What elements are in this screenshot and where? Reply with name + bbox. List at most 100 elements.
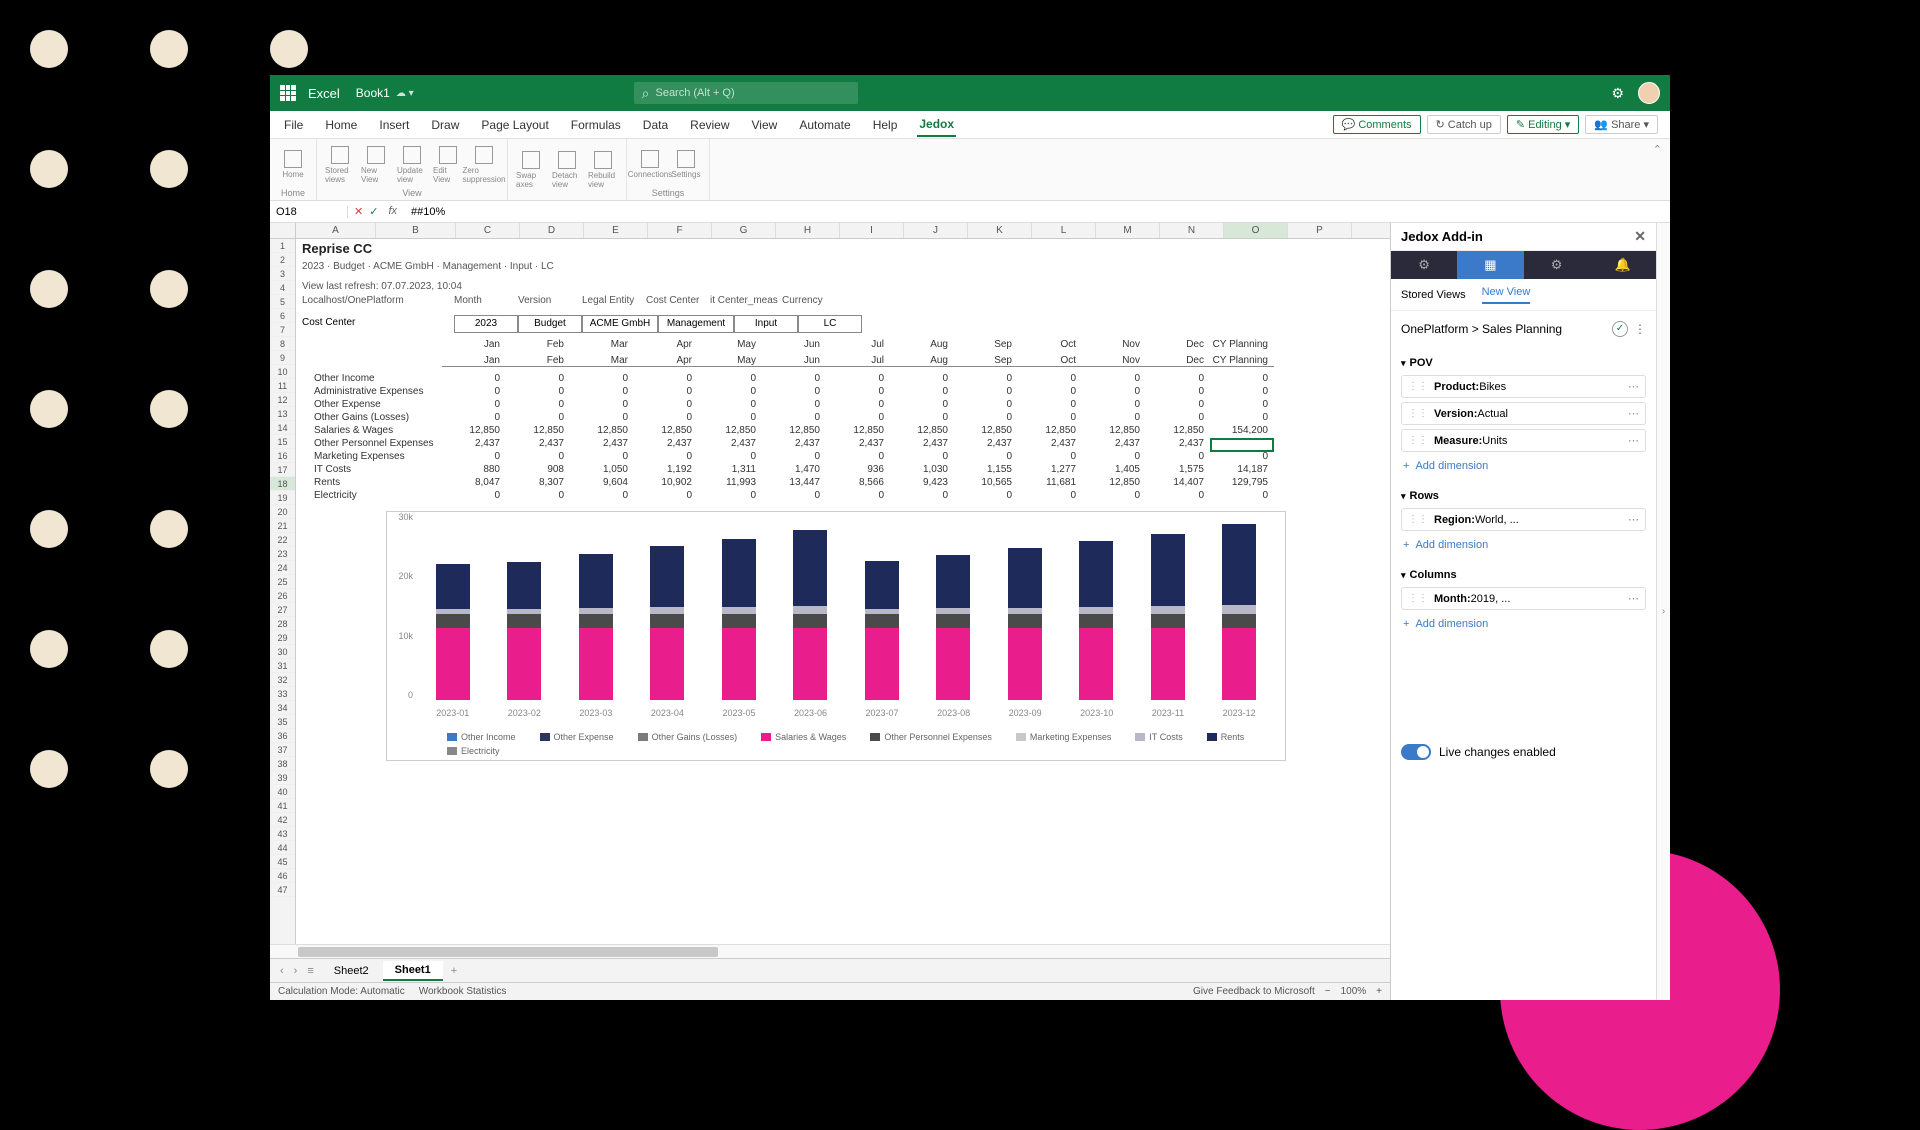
tab-draw[interactable]: Draw [429, 114, 461, 136]
catchup-button[interactable]: ↻ Catch up [1427, 115, 1501, 134]
col-header-G[interactable]: G [712, 223, 776, 238]
add-dimension-button[interactable]: Add dimension [1401, 456, 1646, 476]
row-header-24[interactable]: 24 [270, 561, 295, 575]
col-header-M[interactable]: M [1096, 223, 1160, 238]
home-button[interactable]: Home [278, 150, 308, 179]
row-header-11[interactable]: 11 [270, 379, 295, 393]
horizontal-scrollbar[interactable] [270, 944, 1390, 958]
col-header-I[interactable]: I [840, 223, 904, 238]
zero-suppression-button[interactable]: Zero suppression [469, 146, 499, 184]
addin-tab-notify[interactable]: 🔔 [1590, 251, 1656, 279]
detach-view-button[interactable]: Detach view [552, 151, 582, 189]
editing-button[interactable]: ✎ Editing ▾ [1507, 115, 1579, 134]
row-header-15[interactable]: 15 [270, 435, 295, 449]
col-header-D[interactable]: D [520, 223, 584, 238]
cloud-save-icon[interactable]: ☁ ▾ [396, 88, 414, 99]
addin-tab-new-view[interactable]: New View [1482, 286, 1531, 304]
app-launcher-icon[interactable] [280, 85, 296, 101]
row-header-37[interactable]: 37 [270, 743, 295, 757]
filter-acme-gmbh[interactable]: ACME GmbH [582, 315, 658, 333]
tab-page-layout[interactable]: Page Layout [479, 114, 550, 136]
row-header-14[interactable]: 14 [270, 421, 295, 435]
row-header-29[interactable]: 29 [270, 631, 295, 645]
legend-item[interactable]: Other Gains (Losses) [638, 732, 738, 742]
addin-tab-stored-views[interactable]: Stored Views [1401, 289, 1466, 301]
row-header-43[interactable]: 43 [270, 827, 295, 841]
formula-accept-icon[interactable]: ✓ [369, 205, 378, 218]
filter-budget[interactable]: Budget [518, 315, 582, 333]
add-dimension-button[interactable]: Add dimension [1401, 614, 1646, 634]
row-header-18[interactable]: 18 [270, 477, 295, 491]
sheet-nav-next[interactable]: › [290, 965, 302, 977]
comments-button[interactable]: 💬 Comments [1333, 115, 1421, 134]
row-header-26[interactable]: 26 [270, 589, 295, 603]
row-header-36[interactable]: 36 [270, 729, 295, 743]
row-header-5[interactable]: 5 [270, 295, 295, 309]
col-header-F[interactable]: F [648, 223, 712, 238]
tab-jedox[interactable]: Jedox [917, 113, 956, 137]
tab-view[interactable]: View [750, 114, 780, 136]
swap-axes-button[interactable]: Swap axes [516, 151, 546, 189]
fx-icon[interactable]: fx [384, 205, 401, 218]
cells-area[interactable]: Reprise CC 2023 · Budget · ACME GmbH · M… [296, 239, 1390, 944]
row-header-9[interactable]: 9 [270, 351, 295, 365]
stored-views-button[interactable]: Stored views [325, 146, 355, 184]
col-header-P[interactable]: P [1288, 223, 1352, 238]
row-header-35[interactable]: 35 [270, 715, 295, 729]
formula-cancel-icon[interactable]: ✕ [354, 205, 363, 218]
row-header-39[interactable]: 39 [270, 771, 295, 785]
dimension-item[interactable]: ⋮⋮Product: Bikes⋯ [1401, 375, 1646, 398]
sheet-tab-sheet2[interactable]: Sheet2 [322, 962, 381, 980]
tab-help[interactable]: Help [871, 114, 900, 136]
row-header-1[interactable]: 1 [270, 239, 295, 253]
col-header-N[interactable]: N [1160, 223, 1224, 238]
addin-tab-config[interactable]: ⚙ [1524, 251, 1590, 279]
legend-item[interactable]: Salaries & Wages [761, 732, 846, 742]
filter-2023[interactable]: 2023 [454, 315, 518, 333]
legend-item[interactable]: Rents [1207, 732, 1245, 742]
addin-tab-settings[interactable]: ⚙ [1391, 251, 1457, 279]
rebuild-view-button[interactable]: Rebuild view [588, 151, 618, 189]
col-header-L[interactable]: L [1032, 223, 1096, 238]
row-header-21[interactable]: 21 [270, 519, 295, 533]
col-header-H[interactable]: H [776, 223, 840, 238]
row-header-46[interactable]: 46 [270, 869, 295, 883]
row-header-42[interactable]: 42 [270, 813, 295, 827]
row-header-27[interactable]: 27 [270, 603, 295, 617]
legend-item[interactable]: Other Personnel Expenses [870, 732, 992, 742]
row-header-44[interactable]: 44 [270, 841, 295, 855]
col-header-A[interactable]: A [296, 223, 376, 238]
row-header-12[interactable]: 12 [270, 393, 295, 407]
row-header-41[interactable]: 41 [270, 799, 295, 813]
zoom-in-icon[interactable]: + [1376, 986, 1382, 997]
tab-automate[interactable]: Automate [797, 114, 852, 136]
addin-more-icon[interactable]: ⋮ [1634, 322, 1646, 336]
add-sheet-button[interactable]: + [445, 965, 463, 977]
row-header-31[interactable]: 31 [270, 659, 295, 673]
dimension-item[interactable]: ⋮⋮Measure: Units⋯ [1401, 429, 1646, 452]
filter-input[interactable]: Input [734, 315, 798, 333]
section-pov[interactable]: POV [1401, 357, 1646, 369]
connections-button[interactable]: Connections [635, 150, 665, 179]
legend-item[interactable]: Marketing Expenses [1016, 732, 1112, 742]
row-header-28[interactable]: 28 [270, 617, 295, 631]
share-button[interactable]: 👥 Share ▾ [1585, 115, 1658, 134]
edit-view-button[interactable]: Edit View [433, 146, 463, 184]
user-avatar[interactable] [1638, 82, 1660, 104]
row-header-25[interactable]: 25 [270, 575, 295, 589]
dimension-item[interactable]: ⋮⋮Version: Actual⋯ [1401, 402, 1646, 425]
book-name[interactable]: Book1 [356, 86, 390, 100]
col-header-J[interactable]: J [904, 223, 968, 238]
sheet-list-icon[interactable]: ≡ [303, 965, 317, 977]
legend-item[interactable]: Other Expense [540, 732, 614, 742]
row-header-19[interactable]: 19 [270, 491, 295, 505]
row-header-13[interactable]: 13 [270, 407, 295, 421]
settings-button[interactable]: Settings [671, 150, 701, 179]
addin-tab-grid[interactable]: ▦ [1457, 251, 1523, 279]
row-header-3[interactable]: 3 [270, 267, 295, 281]
row-header-16[interactable]: 16 [270, 449, 295, 463]
row-header-32[interactable]: 32 [270, 673, 295, 687]
section-columns[interactable]: Columns [1401, 569, 1646, 581]
zoom-out-icon[interactable]: − [1325, 986, 1331, 997]
sheet-nav-prev[interactable]: ‹ [276, 965, 288, 977]
